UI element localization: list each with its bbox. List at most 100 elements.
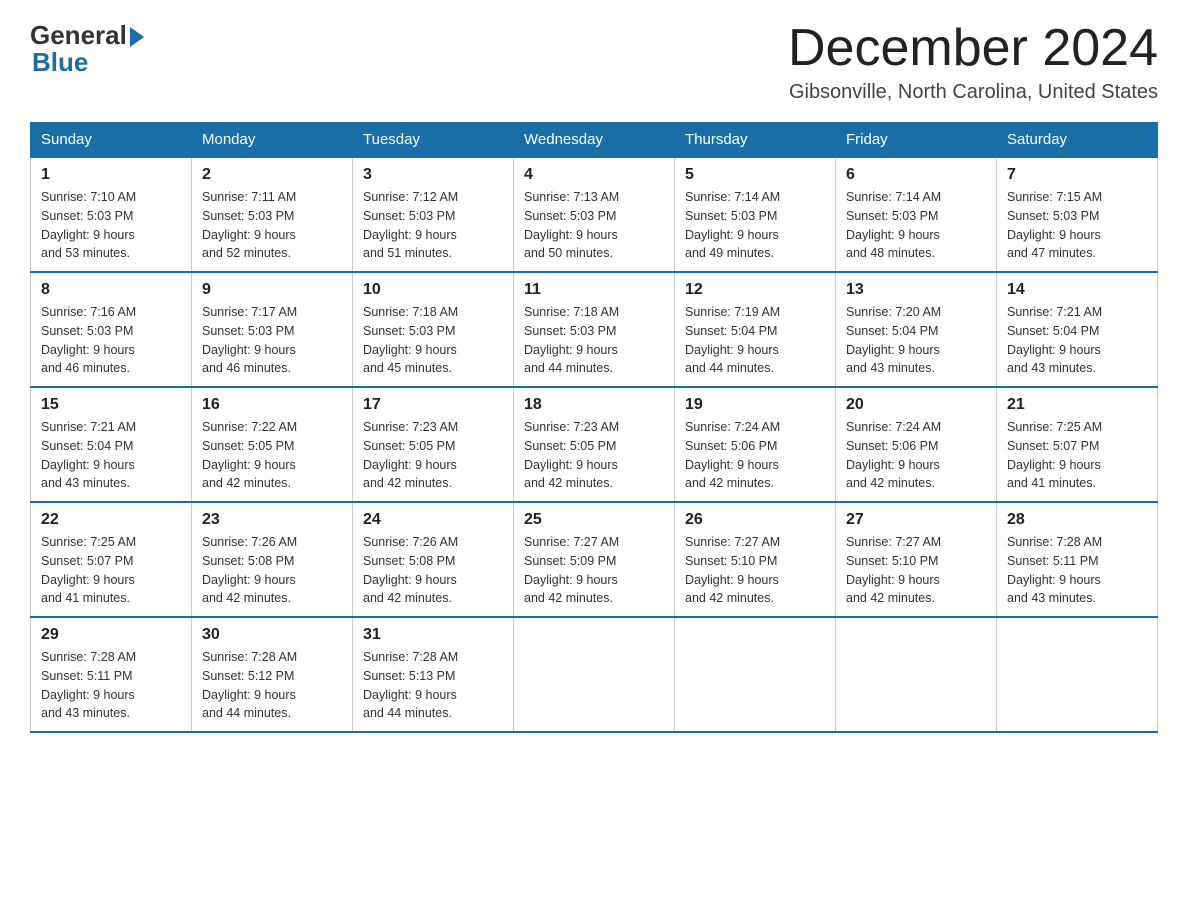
day-info: Sunrise: 7:15 AMSunset: 5:03 PMDaylight:… (1007, 190, 1102, 260)
day-info: Sunrise: 7:20 AMSunset: 5:04 PMDaylight:… (846, 305, 941, 375)
calendar-day-cell: 25 Sunrise: 7:27 AMSunset: 5:09 PMDaylig… (514, 502, 675, 617)
calendar-day-cell: 4 Sunrise: 7:13 AMSunset: 5:03 PMDayligh… (514, 157, 675, 272)
day-number: 9 (202, 281, 342, 299)
day-number: 17 (363, 396, 503, 414)
day-number: 22 (41, 511, 181, 529)
logo-blue-text: Blue (32, 47, 88, 78)
day-number: 7 (1007, 166, 1147, 184)
calendar-day-cell: 2 Sunrise: 7:11 AMSunset: 5:03 PMDayligh… (192, 157, 353, 272)
day-info: Sunrise: 7:10 AMSunset: 5:03 PMDaylight:… (41, 190, 136, 260)
calendar-day-cell: 22 Sunrise: 7:25 AMSunset: 5:07 PMDaylig… (31, 502, 192, 617)
day-info: Sunrise: 7:16 AMSunset: 5:03 PMDaylight:… (41, 305, 136, 375)
day-number: 14 (1007, 281, 1147, 299)
page-title: December 2024 (788, 20, 1158, 77)
weekday-header: Tuesday (353, 123, 514, 158)
calendar-day-cell: 1 Sunrise: 7:10 AMSunset: 5:03 PMDayligh… (31, 157, 192, 272)
title-section: December 2024 Gibsonville, North Carolin… (788, 20, 1158, 104)
calendar-day-cell: 17 Sunrise: 7:23 AMSunset: 5:05 PMDaylig… (353, 387, 514, 502)
day-info: Sunrise: 7:21 AMSunset: 5:04 PMDaylight:… (1007, 305, 1102, 375)
day-info: Sunrise: 7:23 AMSunset: 5:05 PMDaylight:… (524, 420, 619, 490)
calendar-day-cell: 13 Sunrise: 7:20 AMSunset: 5:04 PMDaylig… (836, 272, 997, 387)
page-header: General Blue December 2024 Gibsonville, … (30, 20, 1158, 104)
day-info: Sunrise: 7:27 AMSunset: 5:09 PMDaylight:… (524, 535, 619, 605)
day-info: Sunrise: 7:19 AMSunset: 5:04 PMDaylight:… (685, 305, 780, 375)
weekday-header: Monday (192, 123, 353, 158)
day-number: 3 (363, 166, 503, 184)
day-info: Sunrise: 7:27 AMSunset: 5:10 PMDaylight:… (685, 535, 780, 605)
day-info: Sunrise: 7:28 AMSunset: 5:11 PMDaylight:… (41, 650, 136, 720)
calendar-day-cell: 18 Sunrise: 7:23 AMSunset: 5:05 PMDaylig… (514, 387, 675, 502)
day-info: Sunrise: 7:24 AMSunset: 5:06 PMDaylight:… (846, 420, 941, 490)
calendar-day-cell: 16 Sunrise: 7:22 AMSunset: 5:05 PMDaylig… (192, 387, 353, 502)
day-info: Sunrise: 7:14 AMSunset: 5:03 PMDaylight:… (685, 190, 780, 260)
day-number: 1 (41, 166, 181, 184)
weekday-header: Sunday (31, 123, 192, 158)
day-info: Sunrise: 7:26 AMSunset: 5:08 PMDaylight:… (202, 535, 297, 605)
calendar-day-cell (675, 617, 836, 732)
day-number: 5 (685, 166, 825, 184)
calendar-day-cell: 28 Sunrise: 7:28 AMSunset: 5:11 PMDaylig… (997, 502, 1158, 617)
weekday-header: Thursday (675, 123, 836, 158)
day-info: Sunrise: 7:18 AMSunset: 5:03 PMDaylight:… (363, 305, 458, 375)
day-number: 15 (41, 396, 181, 414)
day-number: 31 (363, 626, 503, 644)
weekday-header: Saturday (997, 123, 1158, 158)
page-subtitle: Gibsonville, North Carolina, United Stat… (788, 81, 1158, 104)
day-info: Sunrise: 7:25 AMSunset: 5:07 PMDaylight:… (1007, 420, 1102, 490)
logo-arrow-icon (130, 27, 144, 47)
day-info: Sunrise: 7:23 AMSunset: 5:05 PMDaylight:… (363, 420, 458, 490)
calendar-header-row: SundayMondayTuesdayWednesdayThursdayFrid… (31, 123, 1158, 158)
calendar-day-cell: 24 Sunrise: 7:26 AMSunset: 5:08 PMDaylig… (353, 502, 514, 617)
calendar-day-cell (836, 617, 997, 732)
day-number: 8 (41, 281, 181, 299)
day-number: 16 (202, 396, 342, 414)
calendar-week-row: 29 Sunrise: 7:28 AMSunset: 5:11 PMDaylig… (31, 617, 1158, 732)
day-info: Sunrise: 7:11 AMSunset: 5:03 PMDaylight:… (202, 190, 296, 260)
day-number: 28 (1007, 511, 1147, 529)
day-number: 30 (202, 626, 342, 644)
day-number: 21 (1007, 396, 1147, 414)
calendar-day-cell: 30 Sunrise: 7:28 AMSunset: 5:12 PMDaylig… (192, 617, 353, 732)
day-number: 4 (524, 166, 664, 184)
calendar-day-cell: 21 Sunrise: 7:25 AMSunset: 5:07 PMDaylig… (997, 387, 1158, 502)
day-info: Sunrise: 7:22 AMSunset: 5:05 PMDaylight:… (202, 420, 297, 490)
day-info: Sunrise: 7:25 AMSunset: 5:07 PMDaylight:… (41, 535, 136, 605)
day-info: Sunrise: 7:18 AMSunset: 5:03 PMDaylight:… (524, 305, 619, 375)
calendar-day-cell: 27 Sunrise: 7:27 AMSunset: 5:10 PMDaylig… (836, 502, 997, 617)
day-number: 11 (524, 281, 664, 299)
day-number: 18 (524, 396, 664, 414)
calendar-day-cell: 9 Sunrise: 7:17 AMSunset: 5:03 PMDayligh… (192, 272, 353, 387)
day-number: 26 (685, 511, 825, 529)
day-number: 23 (202, 511, 342, 529)
calendar-week-row: 8 Sunrise: 7:16 AMSunset: 5:03 PMDayligh… (31, 272, 1158, 387)
calendar-day-cell: 23 Sunrise: 7:26 AMSunset: 5:08 PMDaylig… (192, 502, 353, 617)
day-number: 13 (846, 281, 986, 299)
day-info: Sunrise: 7:17 AMSunset: 5:03 PMDaylight:… (202, 305, 297, 375)
calendar-day-cell: 6 Sunrise: 7:14 AMSunset: 5:03 PMDayligh… (836, 157, 997, 272)
calendar-day-cell: 3 Sunrise: 7:12 AMSunset: 5:03 PMDayligh… (353, 157, 514, 272)
calendar-day-cell: 20 Sunrise: 7:24 AMSunset: 5:06 PMDaylig… (836, 387, 997, 502)
day-info: Sunrise: 7:28 AMSunset: 5:11 PMDaylight:… (1007, 535, 1102, 605)
calendar-day-cell: 19 Sunrise: 7:24 AMSunset: 5:06 PMDaylig… (675, 387, 836, 502)
calendar-day-cell: 8 Sunrise: 7:16 AMSunset: 5:03 PMDayligh… (31, 272, 192, 387)
day-number: 27 (846, 511, 986, 529)
calendar-table: SundayMondayTuesdayWednesdayThursdayFrid… (30, 122, 1158, 733)
calendar-day-cell: 10 Sunrise: 7:18 AMSunset: 5:03 PMDaylig… (353, 272, 514, 387)
day-info: Sunrise: 7:26 AMSunset: 5:08 PMDaylight:… (363, 535, 458, 605)
calendar-day-cell (514, 617, 675, 732)
calendar-week-row: 22 Sunrise: 7:25 AMSunset: 5:07 PMDaylig… (31, 502, 1158, 617)
day-info: Sunrise: 7:13 AMSunset: 5:03 PMDaylight:… (524, 190, 619, 260)
logo: General Blue (30, 20, 144, 78)
calendar-week-row: 15 Sunrise: 7:21 AMSunset: 5:04 PMDaylig… (31, 387, 1158, 502)
weekday-header: Friday (836, 123, 997, 158)
day-info: Sunrise: 7:28 AMSunset: 5:12 PMDaylight:… (202, 650, 297, 720)
day-number: 6 (846, 166, 986, 184)
weekday-header: Wednesday (514, 123, 675, 158)
calendar-day-cell: 11 Sunrise: 7:18 AMSunset: 5:03 PMDaylig… (514, 272, 675, 387)
calendar-day-cell: 5 Sunrise: 7:14 AMSunset: 5:03 PMDayligh… (675, 157, 836, 272)
day-info: Sunrise: 7:14 AMSunset: 5:03 PMDaylight:… (846, 190, 941, 260)
day-number: 19 (685, 396, 825, 414)
day-number: 25 (524, 511, 664, 529)
day-number: 29 (41, 626, 181, 644)
calendar-day-cell: 7 Sunrise: 7:15 AMSunset: 5:03 PMDayligh… (997, 157, 1158, 272)
